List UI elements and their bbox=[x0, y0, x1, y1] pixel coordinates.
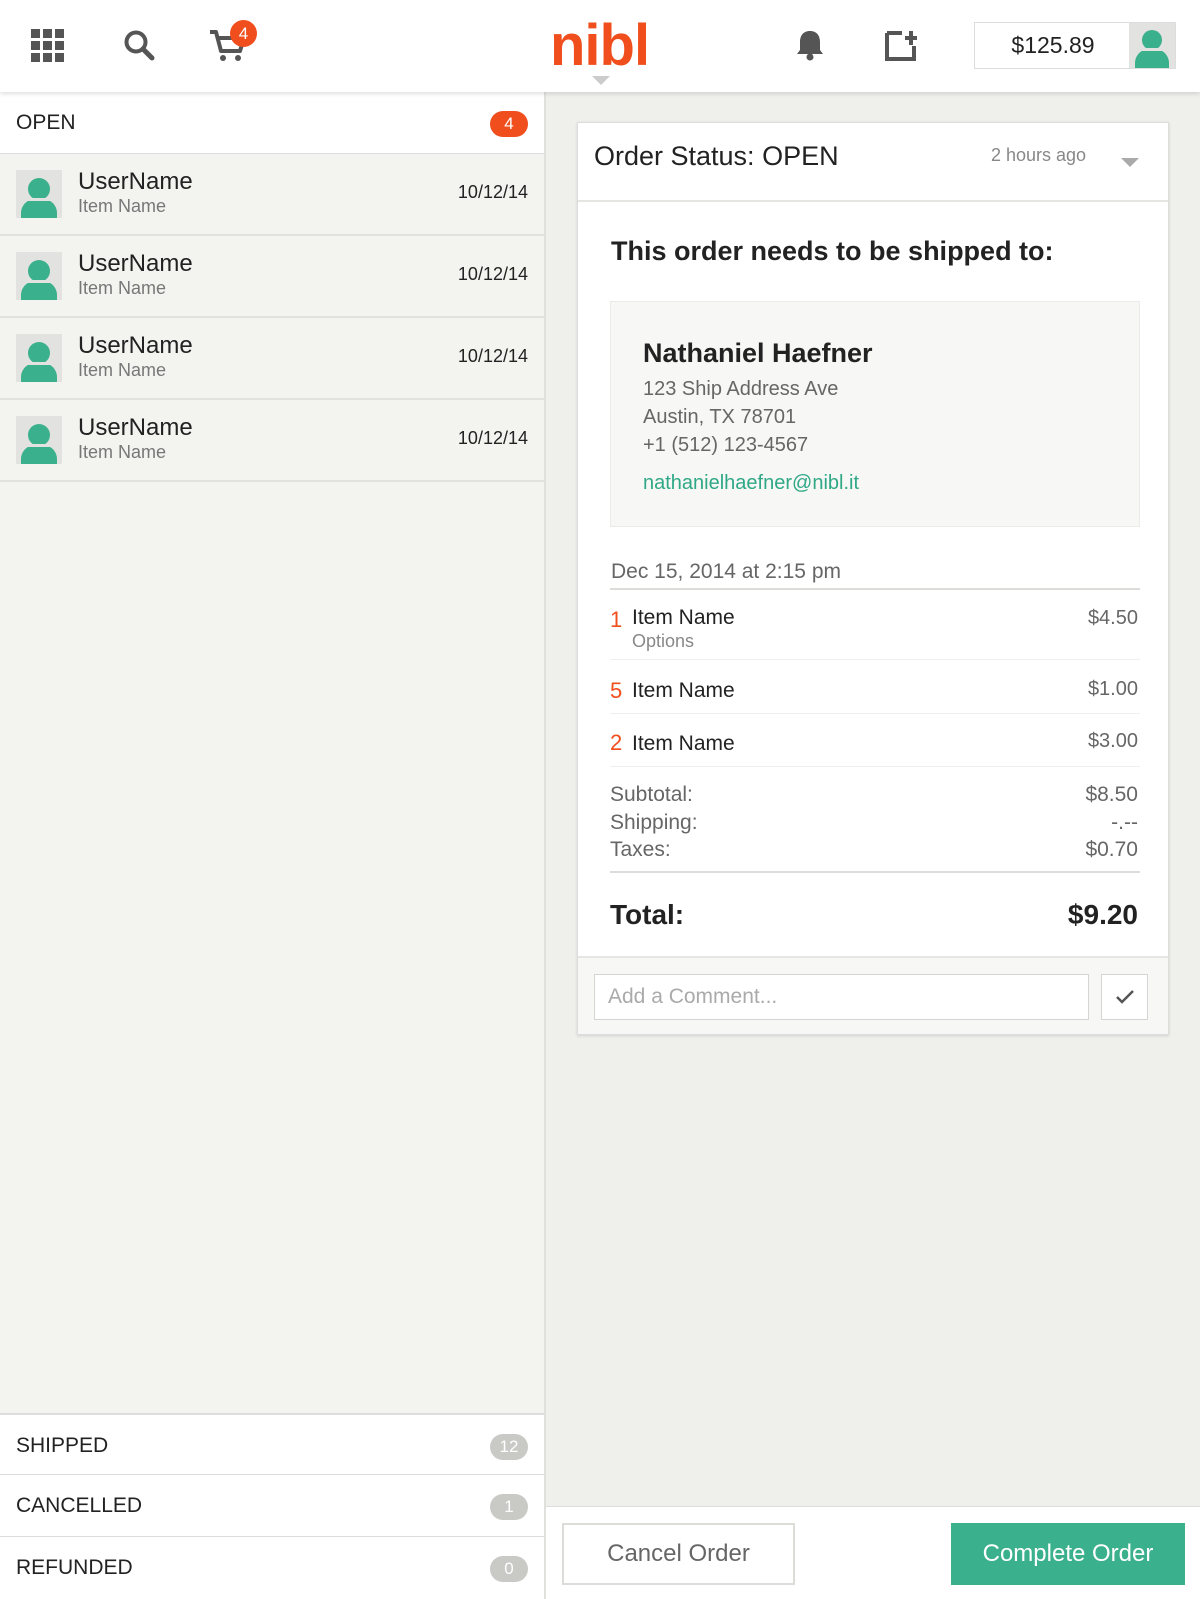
submit-comment-button[interactable] bbox=[1101, 974, 1148, 1020]
shipping-address: Nathaniel Haefner 123 Ship Address Ave A… bbox=[610, 301, 1140, 527]
section-cancelled[interactable]: CANCELLED 1 bbox=[0, 1475, 544, 1537]
subtotal-value: $8.50 bbox=[1085, 783, 1138, 806]
order-actions-bar: Cancel Order Complete Order bbox=[546, 1506, 1200, 1599]
shipping-label: Shipping: bbox=[610, 811, 698, 834]
order-detail-card: Order Status: OPEN 2 hours ago This orde… bbox=[577, 122, 1169, 1035]
order-list-item[interactable]: UserName Item Name 10/12/14 bbox=[0, 318, 544, 400]
item-price: $1.00 bbox=[1087, 678, 1138, 700]
orders-sidebar: OPEN 4 UserName Item Name 10/12/14 UserN… bbox=[0, 92, 546, 1599]
item-quantity: 2 bbox=[610, 730, 623, 755]
avatar bbox=[16, 334, 62, 382]
item-price: $3.00 bbox=[1087, 730, 1138, 752]
section-refunded[interactable]: REFUNDED 0 bbox=[0, 1537, 544, 1599]
item-name: Item Name bbox=[632, 679, 735, 702]
order-date: 10/12/14 bbox=[457, 428, 528, 448]
item-quantity: 5 bbox=[610, 678, 623, 703]
section-cancelled-label: CANCELLED bbox=[16, 1494, 143, 1517]
divider bbox=[610, 659, 1140, 660]
divider bbox=[610, 713, 1140, 714]
order-list-item[interactable]: UserName Item Name 10/12/14 bbox=[0, 400, 544, 482]
cancel-order-button[interactable]: Cancel Order bbox=[562, 1523, 795, 1585]
chevron-down-icon[interactable] bbox=[1121, 158, 1139, 167]
section-open-label: OPEN bbox=[16, 111, 76, 134]
divider bbox=[610, 766, 1140, 767]
address-phone: +1 (512) 123-4567 bbox=[643, 434, 809, 456]
recipient-email-link[interactable]: nathanielhaefner@nibl.it bbox=[643, 472, 859, 495]
order-date: 10/12/14 bbox=[457, 182, 528, 202]
comment-input[interactable] bbox=[594, 974, 1089, 1020]
total-value: $9.20 bbox=[1067, 899, 1138, 930]
cancelled-count-badge: 1 bbox=[490, 1494, 528, 1520]
avatar bbox=[16, 170, 62, 218]
item-quantity: 1 bbox=[610, 607, 623, 632]
order-username: UserName bbox=[78, 414, 193, 441]
avatar bbox=[16, 252, 62, 300]
order-status-title: Order Status: OPEN bbox=[594, 141, 839, 171]
order-item-name: Item Name bbox=[78, 196, 167, 216]
section-shipped-label: SHIPPED bbox=[16, 1434, 109, 1457]
section-refunded-label: REFUNDED bbox=[16, 1556, 133, 1579]
bell-icon[interactable] bbox=[788, 22, 832, 68]
search-icon[interactable] bbox=[117, 22, 161, 68]
order-item-name: Item Name bbox=[78, 442, 167, 462]
order-username: UserName bbox=[78, 168, 193, 195]
order-time-ago: 2 hours ago bbox=[991, 145, 1087, 165]
complete-order-button[interactable]: Complete Order bbox=[951, 1523, 1185, 1585]
user-avatar[interactable] bbox=[1129, 23, 1175, 68]
item-price: $4.50 bbox=[1087, 607, 1138, 629]
order-username: UserName bbox=[78, 332, 193, 359]
divider bbox=[610, 588, 1140, 590]
order-item-name: Item Name bbox=[78, 360, 167, 380]
address-city: Austin, TX 78701 bbox=[643, 406, 797, 428]
cart-button[interactable]: 4 bbox=[207, 20, 257, 68]
top-bar: 4 nibl $125.89 bbox=[0, 0, 1200, 92]
order-list-item[interactable]: UserName Item Name 10/12/14 bbox=[0, 236, 544, 318]
order-username: UserName bbox=[78, 250, 193, 277]
comment-area bbox=[578, 956, 1168, 1034]
order-date: 10/12/14 bbox=[457, 264, 528, 284]
subtotal-label: Subtotal: bbox=[610, 783, 693, 806]
address-street: 123 Ship Address Ave bbox=[643, 378, 839, 400]
refunded-count-badge: 0 bbox=[490, 1556, 528, 1582]
account-balance[interactable]: $125.89 bbox=[974, 22, 1176, 69]
avatar bbox=[16, 416, 62, 464]
shipping-value: -.-- bbox=[1111, 811, 1138, 834]
item-options: Options bbox=[632, 631, 695, 651]
open-count-badge: 4 bbox=[490, 111, 528, 137]
checkmark-icon bbox=[1115, 990, 1134, 1004]
add-listing-icon[interactable] bbox=[879, 22, 923, 68]
order-list-item[interactable]: UserName Item Name 10/12/14 bbox=[0, 154, 544, 236]
item-name: Item Name bbox=[632, 606, 735, 629]
order-item-name: Item Name bbox=[78, 278, 167, 298]
taxes-label: Taxes: bbox=[610, 838, 671, 861]
logo-dropdown-caret-icon[interactable] bbox=[592, 76, 610, 85]
order-datetime: Dec 15, 2014 at 2:15 pm bbox=[611, 560, 841, 583]
balance-amount: $125.89 bbox=[1011, 32, 1095, 58]
recipient-name: Nathaniel Haefner bbox=[643, 338, 873, 368]
taxes-value: $0.70 bbox=[1085, 838, 1138, 861]
order-card-header[interactable]: Order Status: OPEN 2 hours ago bbox=[578, 123, 1168, 202]
section-open[interactable]: OPEN 4 bbox=[0, 92, 544, 154]
apps-grid-icon[interactable] bbox=[25, 22, 69, 68]
nibl-logo[interactable]: nibl bbox=[550, 12, 650, 79]
cart-count-badge: 4 bbox=[230, 20, 257, 47]
section-shipped[interactable]: SHIPPED 12 bbox=[0, 1413, 544, 1475]
item-name: Item Name bbox=[632, 732, 735, 755]
shipped-count-badge: 12 bbox=[490, 1434, 528, 1460]
ship-to-heading: This order needs to be shipped to: bbox=[611, 236, 1054, 266]
order-date: 10/12/14 bbox=[457, 346, 528, 366]
total-label: Total: bbox=[610, 899, 685, 930]
divider bbox=[610, 871, 1140, 873]
